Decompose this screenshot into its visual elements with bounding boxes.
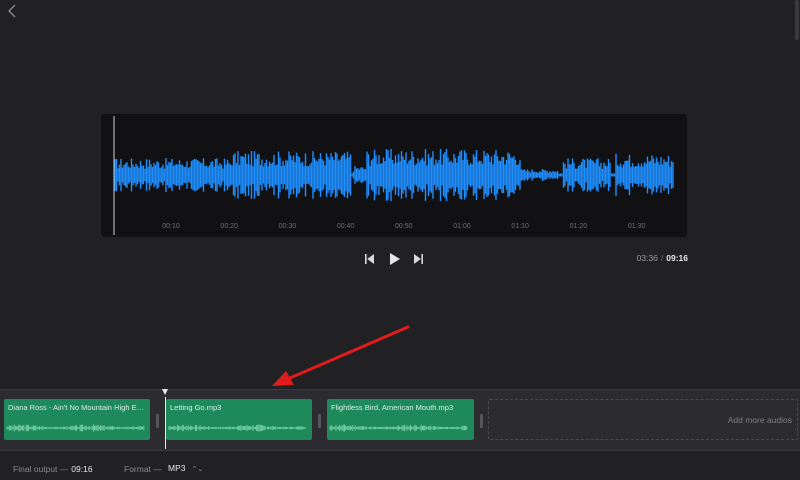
scrollbar-thumb[interactable] — [795, 0, 799, 40]
audio-clip[interactable]: Diana Ross - Ain't No Mountain High Eno.… — [4, 399, 150, 440]
clip-trim-handle[interactable] — [156, 414, 159, 428]
clip-trim-handle[interactable] — [480, 414, 483, 428]
back-button[interactable] — [4, 2, 20, 20]
skip-forward-icon — [414, 254, 423, 264]
add-more-audios-button[interactable]: Add more audios — [488, 399, 798, 440]
final-output: Final output —09:16 — [13, 464, 93, 474]
audio-clip[interactable]: Flightless Bird, American Mouth.mp3 — [327, 399, 474, 440]
clip-waveform — [168, 424, 307, 432]
format-value: MP3 — [168, 463, 186, 473]
waveform-tick-label: 00:30 — [279, 223, 297, 230]
arrow-head — [272, 371, 294, 386]
waveform-tick-label: 00:20 — [220, 223, 238, 230]
footer-bar: Final output —09:16 Format — MP3 ⌃⌄ — [0, 451, 800, 480]
waveform-bars — [114, 148, 674, 202]
audio-clip[interactable]: Letting Go.mp3 — [166, 399, 312, 440]
up-down-chevron-icon: ⌃⌄ — [191, 466, 204, 473]
arrow-shaft — [288, 325, 410, 380]
play-icon — [390, 253, 400, 265]
waveform-tick-label: 00:40 — [337, 223, 355, 230]
waveform: 00:10 00:20 00:30 00:40 00:50 01:00 01:10 01:20… — [113, 116, 674, 235]
waveform-tick-label: 00:10 — [162, 223, 180, 230]
format-select[interactable]: MP3 ⌃⌄ — [168, 463, 203, 473]
time-separator: / — [660, 253, 664, 263]
waveform-tick-label: 01:10 — [511, 223, 529, 230]
current-time: 03:36 — [636, 253, 658, 263]
clip-waveform — [329, 424, 468, 432]
clip-title: Diana Ross - Ain't No Mountain High Eno.… — [8, 403, 146, 412]
chevron-left-icon — [8, 4, 16, 18]
total-time: 09:16 — [666, 253, 688, 263]
playhead-handle[interactable] — [162, 389, 168, 395]
final-output-label: Final output — — [13, 464, 69, 474]
playback-controls — [360, 250, 432, 268]
waveform-panel[interactable]: 00:10 00:20 00:30 00:40 00:50 01:00 01:10 01:20… — [101, 114, 687, 237]
waveform-tick-label: 01:00 — [453, 223, 471, 230]
scrollbar[interactable] — [794, 0, 800, 388]
clip-title: Flightless Bird, American Mouth.mp3 — [331, 403, 454, 412]
previous-button[interactable] — [360, 250, 378, 268]
next-button[interactable] — [410, 250, 428, 268]
clip-waveform — [6, 424, 145, 432]
skip-back-icon — [365, 254, 374, 264]
waveform-tick-label: 00:50 — [395, 223, 413, 230]
format-label: Format — — [124, 464, 162, 474]
clip-trim-handle[interactable] — [318, 414, 321, 428]
play-button[interactable] — [385, 250, 403, 268]
waveform-tick-label: 01:20 — [570, 223, 588, 230]
audio-timeline[interactable]: Diana Ross - Ain't No Mountain High Eno.… — [0, 389, 800, 451]
clip-title: Letting Go.mp3 — [170, 403, 222, 412]
add-more-audios-label: Add more audios — [727, 415, 792, 425]
waveform-time-axis: 00:10 00:20 00:30 00:40 00:50 01:00 01:10 01:20… — [162, 223, 645, 230]
time-readout: 03:36/09:16 — [637, 253, 688, 263]
final-output-value: 09:16 — [71, 464, 93, 474]
waveform-tick-label: 01:30 — [628, 223, 646, 230]
timeline-playhead[interactable] — [165, 397, 166, 449]
